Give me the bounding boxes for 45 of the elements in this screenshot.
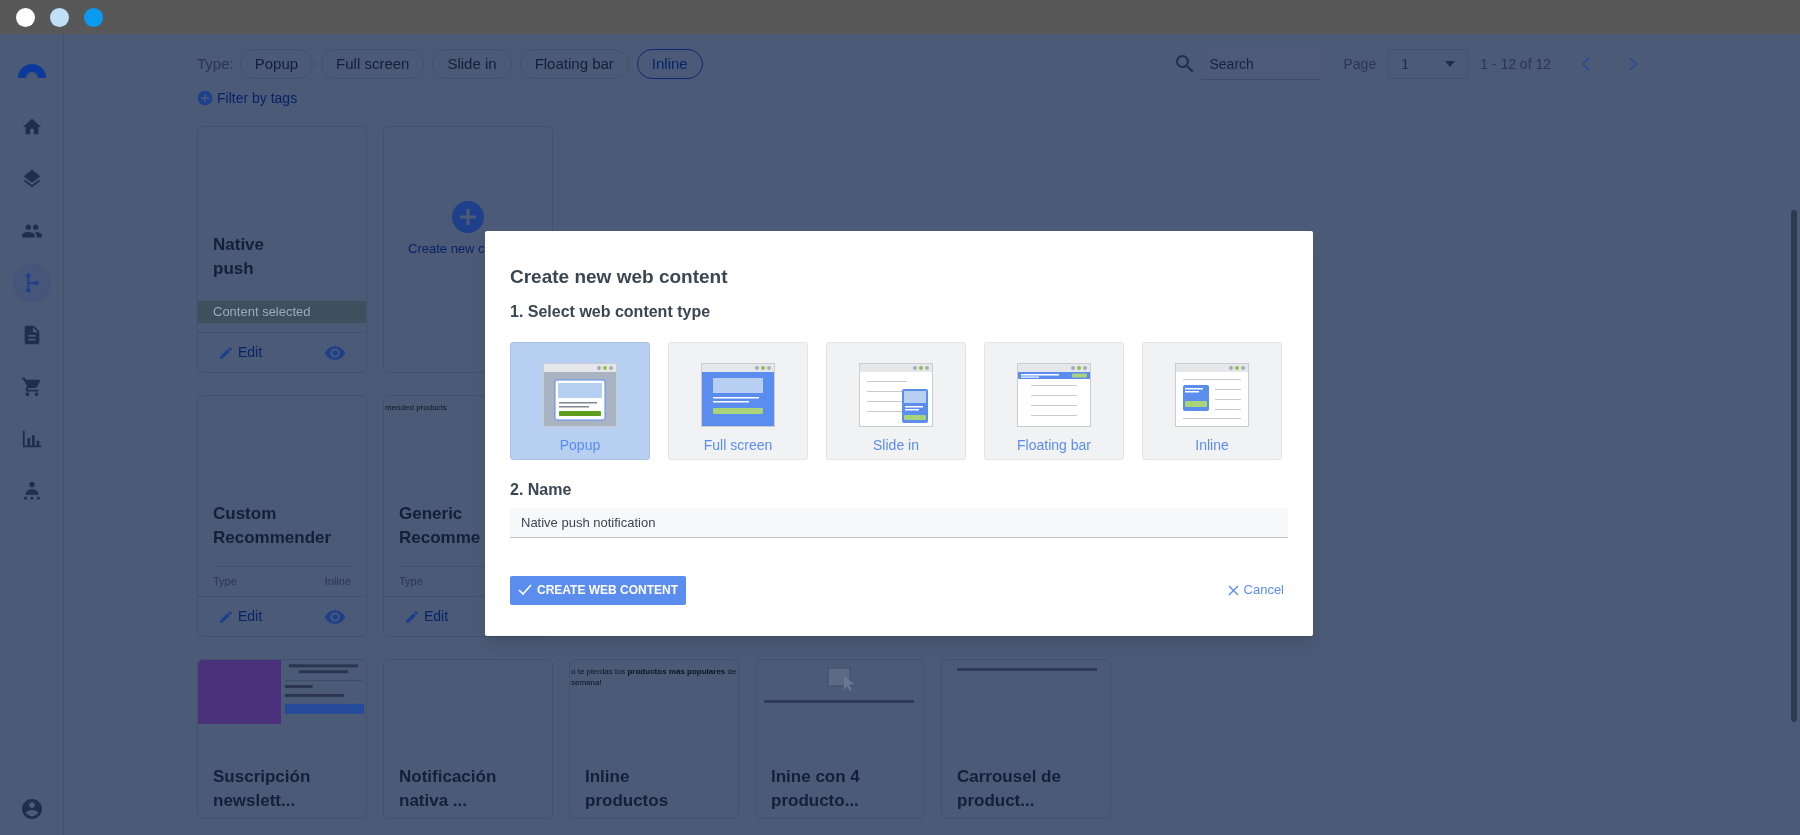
- preview-text: mended products: [384, 402, 448, 413]
- selected-banner: Content selected: [198, 301, 366, 323]
- nav-item[interactable]: [12, 264, 51, 302]
- edit-button[interactable]: Edit: [218, 606, 263, 627]
- card-title: Carrousel de product...: [957, 765, 1062, 812]
- content-card[interactable]: Inine con 4 producto...: [755, 659, 925, 819]
- content-type-option[interactable]: Popup: [510, 341, 650, 460]
- add-circle-icon: [452, 201, 484, 233]
- window-control[interactable]: [50, 7, 69, 27]
- card-title: Notificación nativa ...: [399, 765, 498, 812]
- dropdown-caret-icon: [1445, 61, 1456, 67]
- name-field[interactable]: Native push notification: [510, 507, 1288, 538]
- content-type-option[interactable]: Slide in: [826, 341, 966, 460]
- close-icon: [1227, 584, 1239, 596]
- bar-chart-icon: [20, 428, 43, 450]
- cart-icon: [20, 376, 43, 398]
- add-circle-icon: [197, 90, 213, 106]
- content-card[interactable]: Suscripción newslett...: [197, 659, 367, 819]
- content-card[interactable]: Carrousel de product...: [941, 659, 1111, 819]
- card-title: Custom Recommender: [213, 503, 333, 549]
- filter-by-tags-link[interactable]: Filter by tags: [217, 87, 298, 109]
- card-title: Suscripción newslett...: [213, 765, 312, 812]
- card-title: Inine con 4 producto...: [771, 765, 861, 812]
- pencil-icon: [218, 608, 234, 625]
- scrollbar[interactable]: [1791, 210, 1797, 722]
- chevron-right-icon[interactable]: [1628, 56, 1638, 72]
- card-title: Native push: [213, 234, 266, 280]
- window-control[interactable]: [16, 7, 35, 27]
- content-type-option[interactable]: Full screen: [668, 341, 808, 460]
- edit-button[interactable]: Edit: [404, 606, 449, 627]
- create-label: Create new c: [408, 240, 485, 258]
- edit-button[interactable]: Edit: [218, 342, 263, 363]
- content-card[interactable]: Native push Content selected Edit: [197, 126, 367, 373]
- chevron-left-icon[interactable]: [1581, 56, 1591, 72]
- card-title: Generic Recomme: [399, 503, 482, 549]
- pencil-icon: [404, 608, 420, 625]
- pencil-icon: [218, 344, 234, 361]
- cancel-button[interactable]: Cancel: [1227, 580, 1284, 600]
- account-icon[interactable]: [19, 797, 44, 821]
- content-card[interactable]: Notificación nativa ...: [383, 659, 553, 819]
- content-type-option[interactable]: Inline: [1142, 341, 1282, 460]
- create-web-content-button[interactable]: CREATE WEB CONTENT: [510, 575, 687, 605]
- check-icon: [518, 584, 532, 596]
- content-type-option[interactable]: Floating bar: [984, 341, 1124, 460]
- card-title: Inline productos: [585, 765, 670, 812]
